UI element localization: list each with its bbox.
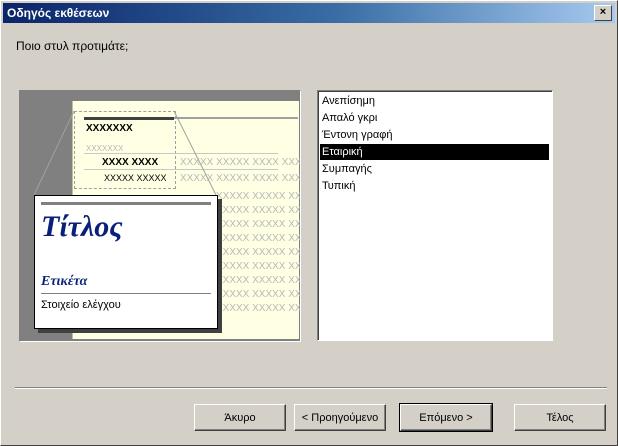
preview-label: Ετικέτα <box>41 274 88 289</box>
style-option-informal[interactable]: Ανεπίσημη <box>320 93 549 109</box>
style-option-bold[interactable]: Έντονη γραφή <box>320 127 549 143</box>
style-listbox[interactable]: Ανεπίσημη Απαλό γκρι Έντονη γραφή Εταιρι… <box>317 90 553 341</box>
style-option-formal[interactable]: Τυπική <box>320 178 549 194</box>
style-option-compact[interactable]: Συμπαγής <box>320 161 549 177</box>
next-button[interactable]: Επόμενο > <box>399 403 493 432</box>
title-bar[interactable]: Οδηγός εκθέσεων × <box>3 3 615 23</box>
report-wizard-window: Οδηγός εκθέσεων × Ποιο στυλ προτιμάτε; X… <box>0 0 618 446</box>
footer-separator-highlight <box>15 388 607 389</box>
style-preview: XXXXXXX XXXXXXX XXXX XXXX XXXXX XXXXX XX… <box>19 90 301 342</box>
window-title: Οδηγός εκθέσεων <box>7 6 110 20</box>
back-button[interactable]: < Προηγούμενο <box>294 404 386 431</box>
finish-button[interactable]: Τέλος <box>514 404 606 431</box>
close-icon: × <box>599 6 607 18</box>
cancel-button[interactable]: Άκυρο <box>194 404 286 431</box>
style-option-soft-gray[interactable]: Απαλό γκρι <box>320 110 549 126</box>
style-option-corporate[interactable]: Εταιρική <box>320 144 549 160</box>
preview-title: Τίτλος <box>41 210 123 243</box>
preview-control: Στοιχείο ελέγχου <box>41 299 121 311</box>
callout-divider <box>41 293 211 294</box>
callout-rule <box>41 202 211 205</box>
close-button[interactable]: × <box>594 5 612 21</box>
style-prompt: Ποιο στυλ προτιμάτε; <box>16 39 129 53</box>
preview-zoom-callout: Τίτλος Ετικέτα Στοιχείο ελέγχου <box>34 195 218 329</box>
